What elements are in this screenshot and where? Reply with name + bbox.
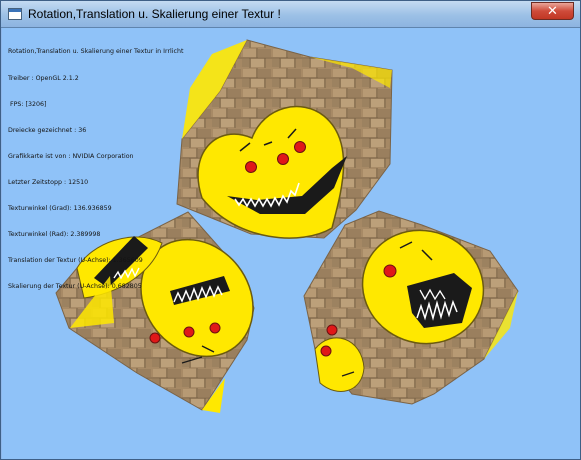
overlay-line: Rotation,Translation u. Skalierung einer… xyxy=(8,48,184,56)
overlay-line: Grafikkarte ist von : NVIDIA Corporation xyxy=(8,152,134,160)
overlay-line: Treiber : OpenGL 2.1.2 xyxy=(8,74,79,82)
overlay-line: Letzter Zeitstopp : 12510 xyxy=(8,178,89,186)
overlay-line: Texturwinkel (Rad): 2.389998 xyxy=(8,231,101,239)
textured-cube-top xyxy=(176,39,393,239)
window-title: Rotation,Translation u. Skalierung einer… xyxy=(28,7,281,21)
app-window-icon xyxy=(8,8,22,20)
application-window: Rotation,Translation u. Skalierung einer… xyxy=(0,0,581,460)
textured-cube-right xyxy=(303,210,519,405)
overlay-line: Skalierung der Textur (U-Achse): 0.68280… xyxy=(8,283,142,291)
title-bar[interactable]: Rotation,Translation u. Skalierung einer… xyxy=(1,1,580,28)
debug-info-overlay: Rotation,Translation u. Skalierung einer… xyxy=(8,31,183,310)
overlay-line: Texturwinkel (Grad): 136.936859 xyxy=(8,205,112,213)
close-icon: ✕ xyxy=(547,3,558,19)
overlay-line: FPS: [3206] xyxy=(8,100,47,108)
overlay-line: Translation der Textur (U-Achse): 1.3656… xyxy=(8,257,143,265)
close-button[interactable]: ✕ xyxy=(531,2,574,20)
render-viewport[interactable]: Rotation,Translation u. Skalierung einer… xyxy=(2,28,580,459)
overlay-line: Dreiecke gezeichnet : 36 xyxy=(8,126,87,134)
